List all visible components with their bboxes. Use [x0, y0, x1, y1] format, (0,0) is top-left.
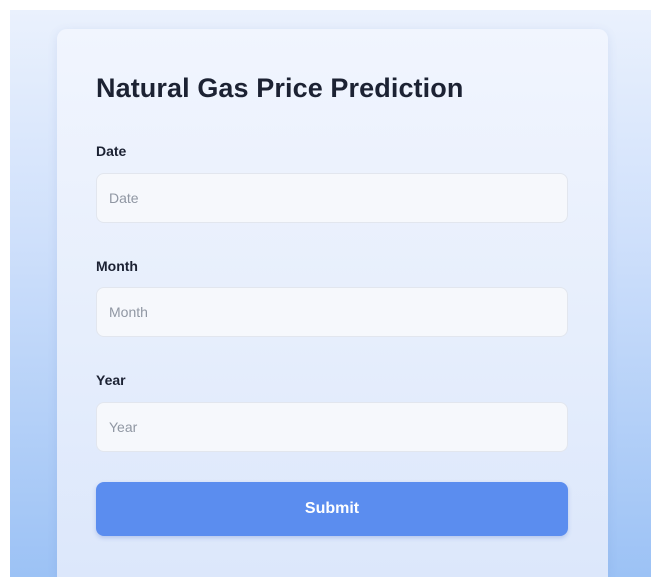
date-input[interactable]: [96, 173, 568, 223]
submit-button[interactable]: Submit: [96, 482, 568, 536]
year-input[interactable]: [96, 402, 568, 452]
form-title: Natural Gas Price Prediction: [96, 73, 464, 103]
month-label: Month: [96, 258, 138, 274]
date-label: Date: [96, 143, 127, 159]
month-input[interactable]: [96, 287, 568, 337]
prediction-form-card: Natural Gas Price Prediction Date Month …: [57, 29, 608, 577]
year-label: Year: [96, 372, 126, 388]
